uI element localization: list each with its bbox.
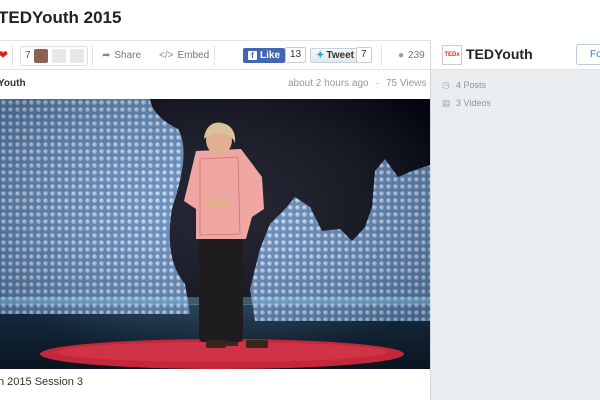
twitter-bird-icon: ✦ [316,50,325,61]
fb-like-label: Like [260,50,281,61]
channel-header: TEDx TEDYouth Fo [431,40,600,70]
page-title: TEDYouth 2015 [0,8,122,27]
clock-icon: ◷ [442,80,450,90]
avatar[interactable] [34,49,48,63]
title-bar: TEDYouth 2015 [0,0,600,40]
videos-count: 3 Videos [456,98,491,108]
divider [381,46,382,66]
channel-sidebar: TEDx TEDYouth Fo ◷ 4 Posts ▤ 3 Videos [430,40,600,400]
share-button[interactable]: ➦ Share [102,50,141,61]
embed-button[interactable]: </> Embed [159,50,209,61]
posted-time: about 2 hours ago [288,78,369,89]
video-toolbar: ❤ 7 ➦ Share </> Embed f Like 13 ✦ Tweet 7 ● 2… [0,40,430,70]
like-count: 7 [25,50,31,61]
channel-name[interactable]: TEDYouth [466,46,533,62]
person-icon: ● [398,50,405,61]
facebook-icon: f [248,51,257,60]
posts-count: 4 Posts [456,80,487,90]
tweet-button[interactable]: ✦ Tweet [310,48,360,63]
embed-label: Embed [177,50,210,61]
facebook-like-button[interactable]: f Like [243,48,286,63]
code-icon: </> [159,50,174,61]
channel-link[interactable]: Youth [0,78,26,89]
follow-button[interactable]: Fo [576,44,600,65]
ted-logo[interactable]: TEDx [442,45,462,65]
share-label: Share [114,50,142,61]
video-caption: h 2015 Session 3 [0,376,84,388]
view-counter: ● 239 [398,50,425,61]
share-arrow-icon: ➦ [102,50,111,61]
facebook-like-count: 13 [285,47,307,63]
heart-icon[interactable]: ❤ [0,48,8,62]
meta-dot: · [375,78,379,89]
divider [92,46,93,66]
video-meta: Youth about 2 hours ago · 75 Views [0,70,430,98]
view-count: 239 [408,50,425,61]
divider [12,46,13,66]
posts-stat[interactable]: ◷ 4 Posts [442,80,486,91]
divider [214,46,215,66]
avatar[interactable] [70,49,84,63]
video-frame [0,99,430,369]
videos-stat[interactable]: ▤ 3 Videos [442,98,491,109]
video-meta-info: about 2 hours ago · 75 Views [288,78,426,89]
tweet-count: 7 [356,47,372,63]
tweet-label: Tweet [326,50,354,61]
film-icon: ▤ [442,98,451,108]
likers-widget[interactable]: 7 [20,46,88,66]
video-player[interactable] [0,99,430,369]
avatar[interactable] [52,49,66,63]
video-views: 75 Views [385,78,427,89]
